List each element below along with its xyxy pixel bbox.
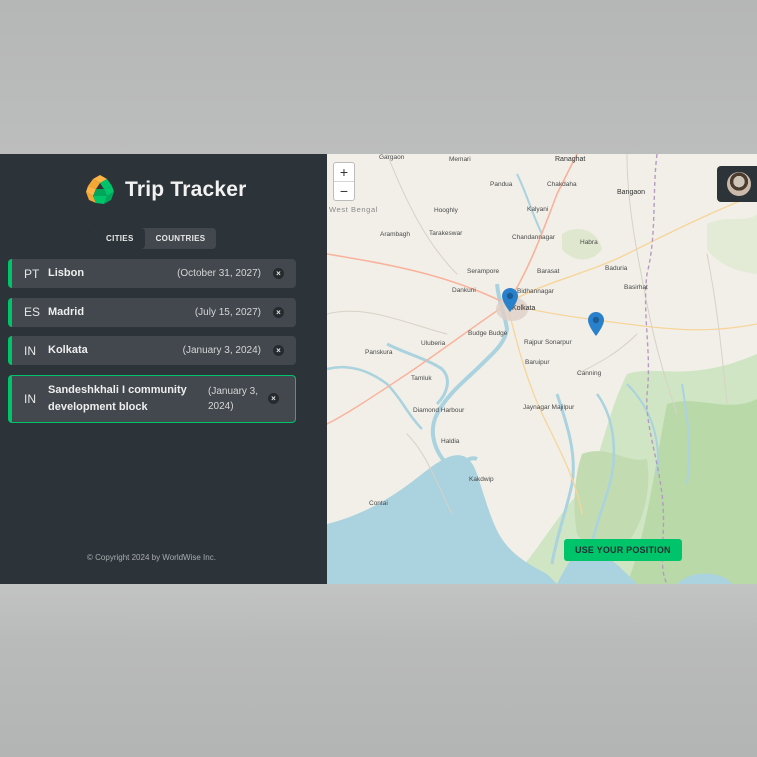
map-label: Uluberia bbox=[421, 340, 446, 347]
map-label: Kalyani bbox=[527, 206, 549, 213]
map-label: Memari bbox=[449, 156, 471, 163]
map-label: Kakdwip bbox=[469, 476, 494, 483]
logo-icon bbox=[84, 174, 116, 206]
zoom-in-button[interactable]: + bbox=[334, 163, 354, 181]
map-label: Baduria bbox=[605, 265, 628, 272]
sidebar: Trip Tracker Cities Countries PT Lisbon … bbox=[0, 154, 327, 584]
city-name: Lisbon bbox=[48, 267, 85, 279]
map-label: Jaynagar Majilpur bbox=[523, 404, 575, 411]
country-code: IN bbox=[24, 391, 36, 406]
city-date: (October 31, 2027) bbox=[177, 268, 261, 279]
map-label: Bidhannagar bbox=[517, 288, 554, 295]
city-item-kolkata[interactable]: IN Kolkata (January 3, 2024) × bbox=[8, 336, 296, 365]
zoom-control: + − bbox=[333, 162, 355, 201]
city-item-lisbon[interactable]: PT Lisbon (October 31, 2027) × bbox=[8, 259, 296, 288]
city-list: PT Lisbon (October 31, 2027) × ES Madrid… bbox=[8, 259, 296, 432]
city-item-madrid[interactable]: ES Madrid (July 15, 2027) × bbox=[8, 297, 296, 327]
map-label: Hooghly bbox=[434, 207, 458, 214]
map-label: Baruipur bbox=[525, 359, 550, 366]
map-label: Ranaghat bbox=[555, 156, 586, 163]
map-label: Arambagh bbox=[380, 231, 410, 238]
map-view[interactable]: Gargaon Memari Ranaghat Pandua Chakdaha … bbox=[327, 154, 757, 584]
user-panel[interactable] bbox=[717, 166, 757, 202]
map-label: Dankuni bbox=[452, 287, 476, 294]
city-date: (January 3, 2024) bbox=[182, 345, 261, 356]
map-marker-icon[interactable] bbox=[588, 312, 604, 336]
map-label: Chakdaha bbox=[547, 181, 577, 188]
tab-cities[interactable]: Cities bbox=[95, 228, 145, 249]
app-title: Trip Tracker bbox=[125, 178, 247, 201]
city-name: Madrid bbox=[48, 305, 85, 318]
delete-city-button[interactable]: × bbox=[273, 306, 284, 318]
map-label: Habra bbox=[580, 239, 598, 246]
delete-city-button[interactable]: × bbox=[273, 268, 284, 279]
map-label: Barasat bbox=[537, 268, 560, 275]
map-label: Contai bbox=[369, 500, 388, 507]
map-label: Serampore bbox=[467, 268, 500, 275]
map-label: Chandannagar bbox=[512, 234, 556, 241]
view-tabs: Cities Countries bbox=[95, 228, 217, 249]
country-code: PT bbox=[24, 266, 40, 281]
city-name: Kolkata bbox=[48, 344, 88, 356]
map-tiles[interactable] bbox=[327, 154, 757, 584]
delete-city-button[interactable]: × bbox=[268, 393, 279, 404]
city-date: (January 3, 2024) bbox=[208, 385, 259, 412]
map-marker-icon[interactable] bbox=[502, 288, 518, 312]
map-label: Panskura bbox=[365, 349, 393, 356]
use-position-button[interactable]: Use your position bbox=[564, 539, 682, 561]
map-label: Diamond Harbour bbox=[413, 407, 465, 414]
copyright-footer: © Copyright 2024 by WorldWise Inc. bbox=[87, 553, 216, 562]
map-label: Budge Budge bbox=[468, 330, 508, 337]
city-name: Sandeshkhali I community development blo… bbox=[48, 383, 187, 413]
map-label: Rajpur Sonarpur bbox=[524, 339, 572, 346]
map-label: Tarakeswar bbox=[429, 230, 463, 237]
map-label: Canning bbox=[577, 370, 602, 377]
city-item-sandeshkhali[interactable]: IN Sandeshkhali I community development … bbox=[8, 374, 296, 423]
country-code: IN bbox=[24, 343, 36, 358]
avatar[interactable] bbox=[727, 172, 751, 196]
map-label: Gargaon bbox=[379, 154, 405, 161]
city-date: (July 15, 2027) bbox=[194, 306, 261, 318]
map-label: Basirhat bbox=[624, 284, 648, 291]
zoom-out-button[interactable]: − bbox=[334, 181, 354, 200]
country-code: ES bbox=[24, 305, 41, 319]
map-label: Tamluk bbox=[411, 375, 432, 382]
map-label: West Bengal bbox=[329, 205, 378, 214]
map-label: Pandua bbox=[490, 181, 513, 188]
logo[interactable]: Trip Tracker bbox=[83, 173, 246, 207]
map-label: Bangaon bbox=[617, 189, 646, 196]
tab-countries[interactable]: Countries bbox=[144, 228, 217, 249]
app-window: Trip Tracker Cities Countries PT Lisbon … bbox=[0, 154, 757, 584]
delete-city-button[interactable]: × bbox=[273, 345, 284, 356]
map-label: Haldia bbox=[441, 438, 460, 445]
